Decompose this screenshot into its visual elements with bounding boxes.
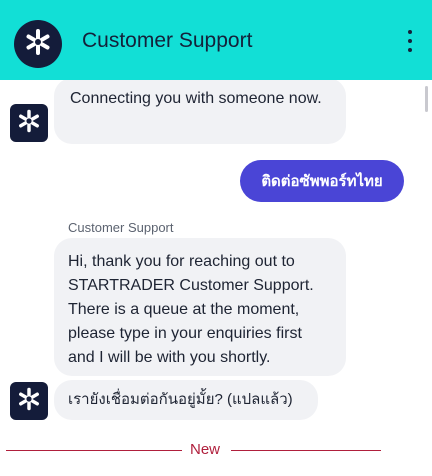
agent-avatar — [10, 382, 48, 420]
user-message: ติดต่อซัพพอร์ทไทย — [240, 160, 404, 202]
divider-line-right — [231, 450, 381, 451]
agent-message-greeting: Hi, thank you for reaching out to STARTR… — [54, 238, 346, 376]
header-title: Customer Support — [82, 29, 253, 52]
more-vertical-icon[interactable] — [402, 30, 418, 52]
agent-message-translated: เรายังเชื่อมต่อกันอยู่มั้ย? (แปลแล้ว) — [54, 380, 318, 420]
message-list[interactable]: Connecting you with someone now. ติดต่อซ… — [0, 80, 432, 476]
agent-message-connecting: Connecting you with someone now. — [54, 80, 346, 144]
divider-line-left — [6, 450, 182, 451]
star-asterisk-icon — [16, 108, 42, 139]
chat-header: Customer Support — [0, 0, 432, 80]
sender-name: Customer Support — [68, 220, 174, 235]
new-label: New — [190, 441, 221, 458]
star-asterisk-icon — [16, 386, 42, 417]
star-asterisk-icon — [23, 27, 53, 62]
brand-avatar — [14, 20, 62, 68]
scrollbar[interactable] — [425, 86, 428, 112]
new-messages-divider: New — [0, 440, 432, 460]
agent-avatar — [10, 104, 48, 142]
